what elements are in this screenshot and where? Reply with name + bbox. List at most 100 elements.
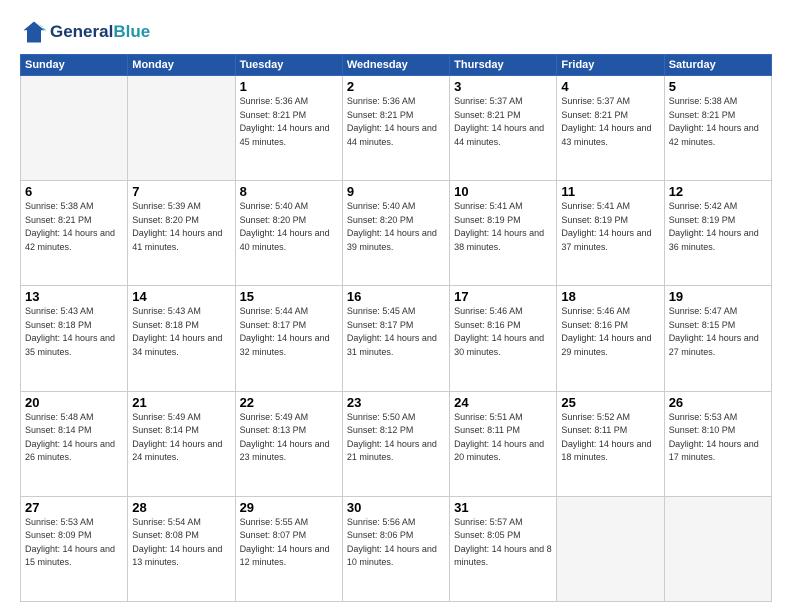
sun-info: Sunrise: 5:44 AMSunset: 8:17 PMDaylight:… (240, 305, 338, 359)
sun-info: Sunrise: 5:43 AMSunset: 8:18 PMDaylight:… (25, 305, 123, 359)
calendar-cell: 30Sunrise: 5:56 AMSunset: 8:06 PMDayligh… (342, 496, 449, 601)
calendar-cell: 8Sunrise: 5:40 AMSunset: 8:20 PMDaylight… (235, 181, 342, 286)
day-number: 12 (669, 184, 767, 199)
day-number: 20 (25, 395, 123, 410)
day-number: 16 (347, 289, 445, 304)
day-number: 28 (132, 500, 230, 515)
calendar-cell: 29Sunrise: 5:55 AMSunset: 8:07 PMDayligh… (235, 496, 342, 601)
day-number: 8 (240, 184, 338, 199)
sun-info: Sunrise: 5:53 AMSunset: 8:09 PMDaylight:… (25, 516, 123, 570)
weekday-header-friday: Friday (557, 55, 664, 76)
calendar-cell: 10Sunrise: 5:41 AMSunset: 8:19 PMDayligh… (450, 181, 557, 286)
week-row-1: 1Sunrise: 5:36 AMSunset: 8:21 PMDaylight… (21, 76, 772, 181)
calendar-cell: 21Sunrise: 5:49 AMSunset: 8:14 PMDayligh… (128, 391, 235, 496)
day-number: 15 (240, 289, 338, 304)
day-number: 29 (240, 500, 338, 515)
weekday-header-thursday: Thursday (450, 55, 557, 76)
logo: GeneralBlue (20, 18, 150, 46)
weekday-header-row: SundayMondayTuesdayWednesdayThursdayFrid… (21, 55, 772, 76)
calendar-cell: 24Sunrise: 5:51 AMSunset: 8:11 PMDayligh… (450, 391, 557, 496)
day-number: 30 (347, 500, 445, 515)
sun-info: Sunrise: 5:41 AMSunset: 8:19 PMDaylight:… (561, 200, 659, 254)
day-number: 19 (669, 289, 767, 304)
calendar-cell: 7Sunrise: 5:39 AMSunset: 8:20 PMDaylight… (128, 181, 235, 286)
sun-info: Sunrise: 5:43 AMSunset: 8:18 PMDaylight:… (132, 305, 230, 359)
day-number: 7 (132, 184, 230, 199)
calendar-cell (557, 496, 664, 601)
calendar-table: SundayMondayTuesdayWednesdayThursdayFrid… (20, 54, 772, 602)
sun-info: Sunrise: 5:50 AMSunset: 8:12 PMDaylight:… (347, 411, 445, 465)
day-number: 9 (347, 184, 445, 199)
day-number: 18 (561, 289, 659, 304)
calendar-cell: 14Sunrise: 5:43 AMSunset: 8:18 PMDayligh… (128, 286, 235, 391)
calendar-cell (664, 496, 771, 601)
sun-info: Sunrise: 5:52 AMSunset: 8:11 PMDaylight:… (561, 411, 659, 465)
sun-info: Sunrise: 5:48 AMSunset: 8:14 PMDaylight:… (25, 411, 123, 465)
calendar-cell: 5Sunrise: 5:38 AMSunset: 8:21 PMDaylight… (664, 76, 771, 181)
sun-info: Sunrise: 5:49 AMSunset: 8:14 PMDaylight:… (132, 411, 230, 465)
calendar-cell: 22Sunrise: 5:49 AMSunset: 8:13 PMDayligh… (235, 391, 342, 496)
sun-info: Sunrise: 5:36 AMSunset: 8:21 PMDaylight:… (240, 95, 338, 149)
sun-info: Sunrise: 5:38 AMSunset: 8:21 PMDaylight:… (25, 200, 123, 254)
day-number: 6 (25, 184, 123, 199)
calendar-cell: 13Sunrise: 5:43 AMSunset: 8:18 PMDayligh… (21, 286, 128, 391)
day-number: 2 (347, 79, 445, 94)
sun-info: Sunrise: 5:46 AMSunset: 8:16 PMDaylight:… (561, 305, 659, 359)
week-row-2: 6Sunrise: 5:38 AMSunset: 8:21 PMDaylight… (21, 181, 772, 286)
day-number: 13 (25, 289, 123, 304)
week-row-3: 13Sunrise: 5:43 AMSunset: 8:18 PMDayligh… (21, 286, 772, 391)
sun-info: Sunrise: 5:56 AMSunset: 8:06 PMDaylight:… (347, 516, 445, 570)
day-number: 21 (132, 395, 230, 410)
day-number: 31 (454, 500, 552, 515)
weekday-header-monday: Monday (128, 55, 235, 76)
calendar-cell: 9Sunrise: 5:40 AMSunset: 8:20 PMDaylight… (342, 181, 449, 286)
calendar-cell: 17Sunrise: 5:46 AMSunset: 8:16 PMDayligh… (450, 286, 557, 391)
calendar-cell (128, 76, 235, 181)
day-number: 14 (132, 289, 230, 304)
day-number: 5 (669, 79, 767, 94)
calendar-cell: 25Sunrise: 5:52 AMSunset: 8:11 PMDayligh… (557, 391, 664, 496)
sun-info: Sunrise: 5:41 AMSunset: 8:19 PMDaylight:… (454, 200, 552, 254)
sun-info: Sunrise: 5:49 AMSunset: 8:13 PMDaylight:… (240, 411, 338, 465)
weekday-header-wednesday: Wednesday (342, 55, 449, 76)
calendar-cell: 19Sunrise: 5:47 AMSunset: 8:15 PMDayligh… (664, 286, 771, 391)
day-number: 23 (347, 395, 445, 410)
logo-text: GeneralBlue (50, 23, 150, 42)
calendar-cell: 20Sunrise: 5:48 AMSunset: 8:14 PMDayligh… (21, 391, 128, 496)
week-row-5: 27Sunrise: 5:53 AMSunset: 8:09 PMDayligh… (21, 496, 772, 601)
day-number: 26 (669, 395, 767, 410)
day-number: 25 (561, 395, 659, 410)
day-number: 10 (454, 184, 552, 199)
calendar-cell: 11Sunrise: 5:41 AMSunset: 8:19 PMDayligh… (557, 181, 664, 286)
header: GeneralBlue (20, 18, 772, 46)
day-number: 3 (454, 79, 552, 94)
week-row-4: 20Sunrise: 5:48 AMSunset: 8:14 PMDayligh… (21, 391, 772, 496)
sun-info: Sunrise: 5:57 AMSunset: 8:05 PMDaylight:… (454, 516, 552, 570)
sun-info: Sunrise: 5:51 AMSunset: 8:11 PMDaylight:… (454, 411, 552, 465)
calendar-cell: 15Sunrise: 5:44 AMSunset: 8:17 PMDayligh… (235, 286, 342, 391)
sun-info: Sunrise: 5:42 AMSunset: 8:19 PMDaylight:… (669, 200, 767, 254)
calendar-cell: 6Sunrise: 5:38 AMSunset: 8:21 PMDaylight… (21, 181, 128, 286)
calendar-cell: 28Sunrise: 5:54 AMSunset: 8:08 PMDayligh… (128, 496, 235, 601)
sun-info: Sunrise: 5:45 AMSunset: 8:17 PMDaylight:… (347, 305, 445, 359)
sun-info: Sunrise: 5:37 AMSunset: 8:21 PMDaylight:… (561, 95, 659, 149)
day-number: 4 (561, 79, 659, 94)
sun-info: Sunrise: 5:38 AMSunset: 8:21 PMDaylight:… (669, 95, 767, 149)
calendar-cell: 18Sunrise: 5:46 AMSunset: 8:16 PMDayligh… (557, 286, 664, 391)
sun-info: Sunrise: 5:54 AMSunset: 8:08 PMDaylight:… (132, 516, 230, 570)
weekday-header-tuesday: Tuesday (235, 55, 342, 76)
day-number: 27 (25, 500, 123, 515)
calendar-cell: 16Sunrise: 5:45 AMSunset: 8:17 PMDayligh… (342, 286, 449, 391)
day-number: 22 (240, 395, 338, 410)
sun-info: Sunrise: 5:37 AMSunset: 8:21 PMDaylight:… (454, 95, 552, 149)
sun-info: Sunrise: 5:46 AMSunset: 8:16 PMDaylight:… (454, 305, 552, 359)
calendar-cell: 31Sunrise: 5:57 AMSunset: 8:05 PMDayligh… (450, 496, 557, 601)
day-number: 1 (240, 79, 338, 94)
calendar-cell: 1Sunrise: 5:36 AMSunset: 8:21 PMDaylight… (235, 76, 342, 181)
sun-info: Sunrise: 5:39 AMSunset: 8:20 PMDaylight:… (132, 200, 230, 254)
calendar-cell: 27Sunrise: 5:53 AMSunset: 8:09 PMDayligh… (21, 496, 128, 601)
sun-info: Sunrise: 5:40 AMSunset: 8:20 PMDaylight:… (347, 200, 445, 254)
logo-icon (20, 18, 48, 46)
day-number: 24 (454, 395, 552, 410)
sun-info: Sunrise: 5:53 AMSunset: 8:10 PMDaylight:… (669, 411, 767, 465)
